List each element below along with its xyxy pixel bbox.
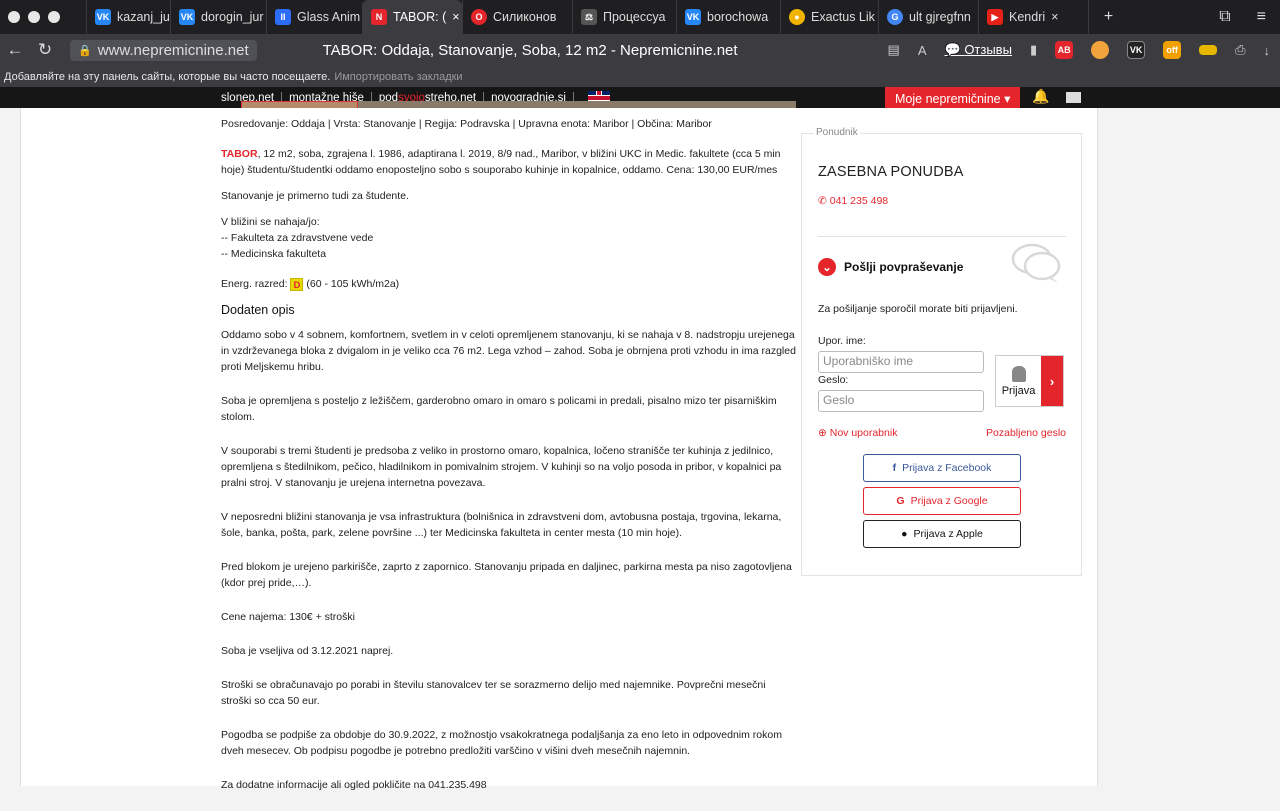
forgot-password-link[interactable]: Pozabljeno geslo <box>986 427 1066 439</box>
tab-silikon[interactable]: O Силиконов <box>462 0 572 34</box>
offer-type: ZASEBNA PONUDBA <box>818 164 964 180</box>
contact-panel: Ponudnik ZASEBNA PONUDBA ✆ 041 235 498 ⌄… <box>801 127 1082 576</box>
youtube-icon: ▶ <box>987 9 1003 25</box>
tab-process[interactable]: ⚖ Процессуа <box>572 0 676 34</box>
tab-dorogin[interactable]: VK dorogin_jur <box>170 0 266 34</box>
adblock-icon[interactable]: AB <box>1055 41 1074 59</box>
user-icon <box>1011 365 1026 382</box>
facebook-login-button[interactable]: f Prijava z Facebook <box>863 454 1021 482</box>
apple-icon: ● <box>901 528 908 540</box>
listing-summary: TABOR, 12 m2, soba, zgrajena l. 1986, ad… <box>221 148 781 176</box>
glass-app-icon: II <box>275 9 291 25</box>
username-input[interactable]: Uporabniško ime <box>818 351 984 373</box>
description-paragraph: Pogodba se podpiše za obdobje do 30.9.20… <box>221 729 782 757</box>
listing-note: Stanovanje je primerno tudi za študente. <box>221 190 409 202</box>
username-label: Upor. ime: <box>818 335 866 347</box>
google-icon: G <box>896 495 905 507</box>
bookmarks-bar: Добавляйте на эту панель сайты, которые … <box>0 66 1280 87</box>
login-note: Za pošiljanje sporočil morate biti prija… <box>818 303 1018 315</box>
description-paragraph: V neposredni bližini stanovanja je vsa i… <box>221 511 782 539</box>
description-paragraph: Stroški se obračunavajo po porabi in šte… <box>221 679 766 707</box>
description-paragraph: Soba je opremljena s posteljo z ležiščem… <box>221 395 777 423</box>
password-label: Geslo: <box>818 374 849 386</box>
send-inquiry-header[interactable]: ⌄ Pošlji povpraševanje <box>818 258 963 276</box>
chevron-down-icon: ⌄ <box>818 258 836 276</box>
window-controls[interactable] <box>0 11 86 23</box>
vk-icon: VK <box>179 9 195 25</box>
vk-icon: VK <box>95 9 111 25</box>
page-title: TABOR: Oddaja, Stanovanje, Soba, 12 m2 -… <box>322 41 738 59</box>
tab-kendrick[interactable]: ▶ Kendri × <box>978 0 1088 34</box>
phone-icon: ✆ <box>818 195 827 207</box>
battery-icon[interactable] <box>1199 45 1218 55</box>
browser-tab-strip: VKkazanj_jury VKdorogin_jur IIGlass Anim… <box>0 0 1280 34</box>
address-bar: ← ↻ 🔒 www.nepremicnine.net TABOR: Oddaja,… <box>0 34 1280 66</box>
coupon-icon[interactable]: off <box>1163 41 1182 59</box>
zoom-window-icon[interactable] <box>48 11 60 23</box>
mail-icon[interactable] <box>1066 92 1081 103</box>
description-paragraph: Soba je vseljiva od 3.12.2021 naprej. <box>221 645 394 657</box>
nepremicnine-icon: N <box>371 9 387 25</box>
bookmark-icon[interactable]: ▮ <box>1030 42 1037 58</box>
tab-glass[interactable]: II Glass Anim <box>266 0 362 34</box>
description-paragraph: V souporabi s tremi študenti je predsoba… <box>221 445 782 489</box>
description-paragraph: Za dodatne informacije ali ogled pokliči… <box>221 779 487 791</box>
import-bookmarks-link[interactable]: Импортировать закладки <box>334 71 462 83</box>
tab-kazanj[interactable]: VKkazanj_jury <box>86 0 170 34</box>
extension-icon[interactable] <box>1091 41 1110 59</box>
energy-badge: D <box>290 277 304 291</box>
downloads-icon[interactable]: ↓ <box>1264 43 1271 58</box>
apple-login-button[interactable]: ● Prijava z Apple <box>863 520 1021 548</box>
minimize-window-icon[interactable] <box>28 11 40 23</box>
nearby-list: V bližini se nahaja/jo: -- Fakulteta za z… <box>221 216 374 260</box>
description-paragraph: Pred blokom je urejeno parkirišče, zaprt… <box>221 561 792 589</box>
back-icon[interactable]: ← <box>0 40 30 60</box>
vk-extension-icon[interactable]: VK <box>1127 41 1146 59</box>
opera-icon: O <box>471 9 487 25</box>
bell-icon[interactable]: 🔔 <box>1032 88 1049 105</box>
translate-icon[interactable]: A <box>918 43 927 58</box>
screenshot-icon[interactable]: ⎙ <box>1235 42 1245 58</box>
description-paragraph: Cene najema: 130€ + stroški <box>221 611 355 623</box>
url-field[interactable]: 🔒 www.nepremicnine.net <box>70 39 257 61</box>
chevron-right-icon: › <box>1041 356 1063 406</box>
close-window-icon[interactable] <box>8 11 20 23</box>
tab-exactus[interactable]: ● Exactus Lik <box>780 0 878 34</box>
description-heading: Dodaten opis <box>221 303 295 317</box>
menu-icon[interactable]: ≡ <box>1257 8 1266 26</box>
reviews-button[interactable]: 💬 Отзывы <box>945 42 1012 58</box>
listing-breadcrumb: Posredovanje: Oddaja | Vrsta: Stanovanje… <box>221 118 712 130</box>
reader-icon[interactable]: ▤ <box>888 42 900 58</box>
tab-tabor[interactable]: N TABOR: (× <box>362 0 462 34</box>
listing-content: Posredovanje: Oddaja | Vrsta: Stanovanje… <box>221 116 797 803</box>
energy-class: Energ. razred: D (60 - 105 kWh/m2a) <box>221 277 400 291</box>
page-body: Posredovanje: Oddaja | Vrsta: Stanovanje… <box>20 108 1098 791</box>
exactus-icon: ● <box>789 9 805 25</box>
phone-number[interactable]: ✆ 041 235 498 <box>818 195 888 207</box>
tab-borochowa[interactable]: VK borochowa <box>676 0 780 34</box>
login-button[interactable]: Prijava › <box>995 355 1064 407</box>
new-user-link[interactable]: ⊕ Nov uporabnik <box>818 427 897 439</box>
divider <box>818 236 1066 237</box>
tab-search-icon[interactable]: ⧉ <box>1219 8 1230 26</box>
close-tab-icon[interactable]: × <box>452 10 459 24</box>
my-listings-button[interactable]: Moje nepremičnine ▾ <box>885 87 1021 109</box>
description-paragraph: Oddamo sobo v 4 sobnem, komfortnem, svet… <box>221 329 796 373</box>
facebook-icon: f <box>892 462 897 474</box>
password-input[interactable]: Geslo <box>818 390 984 412</box>
vk-icon: VK <box>685 9 701 25</box>
google-icon: G <box>887 9 903 25</box>
chat-bubbles-icon <box>1011 243 1061 283</box>
add-user-icon: ⊕ <box>818 427 827 439</box>
new-tab-button[interactable]: + <box>1088 0 1128 34</box>
lock-icon: 🔒 <box>78 44 92 57</box>
tab-google[interactable]: Gult gjregfnn <box>878 0 978 34</box>
panel-legend: Ponudnik <box>814 127 860 138</box>
close-tab-icon[interactable]: × <box>1051 10 1058 24</box>
reload-icon[interactable]: ↻ <box>30 40 60 60</box>
google-login-button[interactable]: G Prijava z Google <box>863 487 1021 515</box>
scales-icon: ⚖ <box>581 9 597 25</box>
